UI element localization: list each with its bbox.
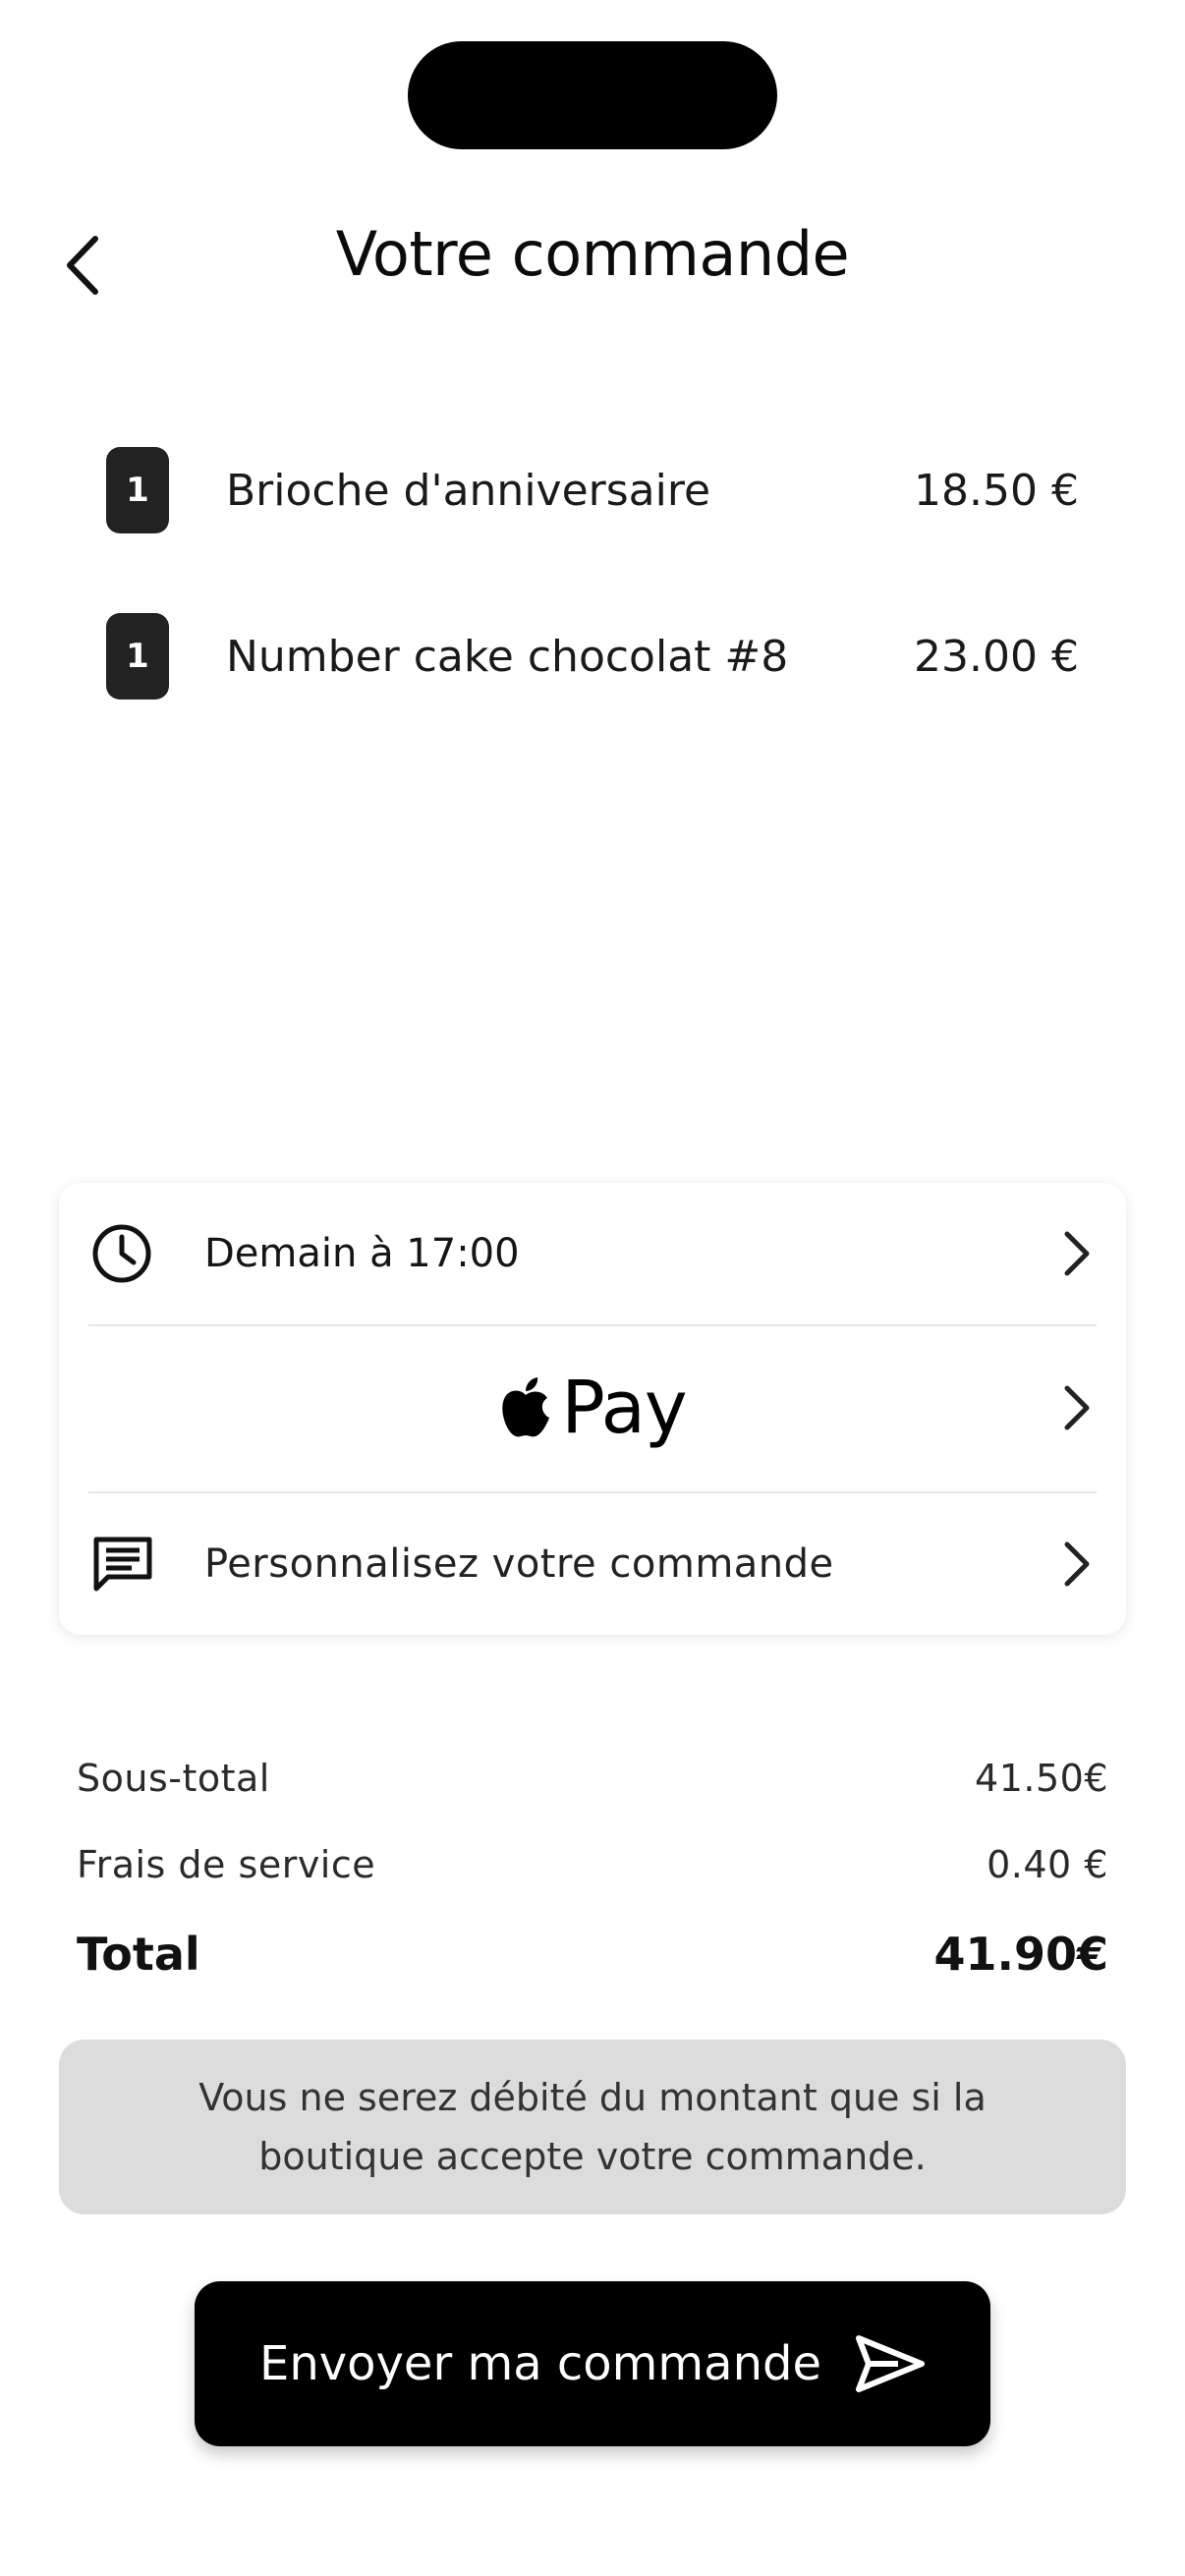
chevron-right-icon <box>1061 1540 1091 1588</box>
customize-order-label: Personnalisez votre commande <box>204 1541 834 1587</box>
total-row: Total 41.90€ <box>77 1928 1108 1981</box>
send-order-label: Envoyer ma commande <box>259 2336 821 2391</box>
quantity-badge: 1 <box>106 613 169 700</box>
order-options-card: Demain à 17:00 Pay Personnalisez votre c… <box>59 1183 1126 1635</box>
service-fee-value: 0.40 € <box>987 1843 1108 1886</box>
message-icon <box>90 1534 155 1595</box>
pickup-time-row[interactable]: Demain à 17:00 <box>59 1183 1126 1324</box>
payment-method-row[interactable]: Pay <box>59 1326 1126 1489</box>
subtotal-label: Sous-total <box>77 1757 270 1800</box>
chevron-right-icon <box>1061 1384 1091 1431</box>
service-fee-label: Frais de service <box>77 1843 376 1886</box>
item-name: Brioche d'anniversaire <box>226 465 711 516</box>
chevron-right-icon <box>1061 1230 1091 1277</box>
subtotal-row: Sous-total 41.50€ <box>77 1757 1108 1800</box>
payment-notice: Vous ne serez débité du montant que si l… <box>59 2040 1126 2214</box>
total-value: 41.90€ <box>933 1928 1108 1981</box>
service-fee-row: Frais de service 0.40 € <box>77 1843 1108 1886</box>
subtotal-value: 41.50€ <box>975 1757 1108 1800</box>
send-order-button[interactable]: Envoyer ma commande <box>195 2281 990 2446</box>
dynamic-island <box>408 41 777 149</box>
order-item[interactable]: 1 Number cake chocolat #8 23.00 € <box>106 611 1079 701</box>
send-icon <box>855 2334 926 2393</box>
customize-order-row[interactable]: Personnalisez votre commande <box>59 1493 1126 1635</box>
quantity-badge: 1 <box>106 447 169 533</box>
item-price: 23.00 € <box>914 631 1079 682</box>
page-title: Votre commande <box>335 218 850 290</box>
item-price: 18.50 € <box>914 465 1079 516</box>
total-label: Total <box>77 1928 200 1981</box>
apple-logo-icon <box>502 1377 550 1437</box>
clock-icon <box>90 1222 153 1285</box>
payment-label: Pay <box>561 1366 687 1450</box>
apple-pay-mark: Pay <box>59 1326 1126 1489</box>
item-name: Number cake chocolat #8 <box>226 631 789 682</box>
pickup-time-label: Demain à 17:00 <box>204 1231 520 1276</box>
order-item[interactable]: 1 Brioche d'anniversaire 18.50 € <box>106 445 1079 535</box>
